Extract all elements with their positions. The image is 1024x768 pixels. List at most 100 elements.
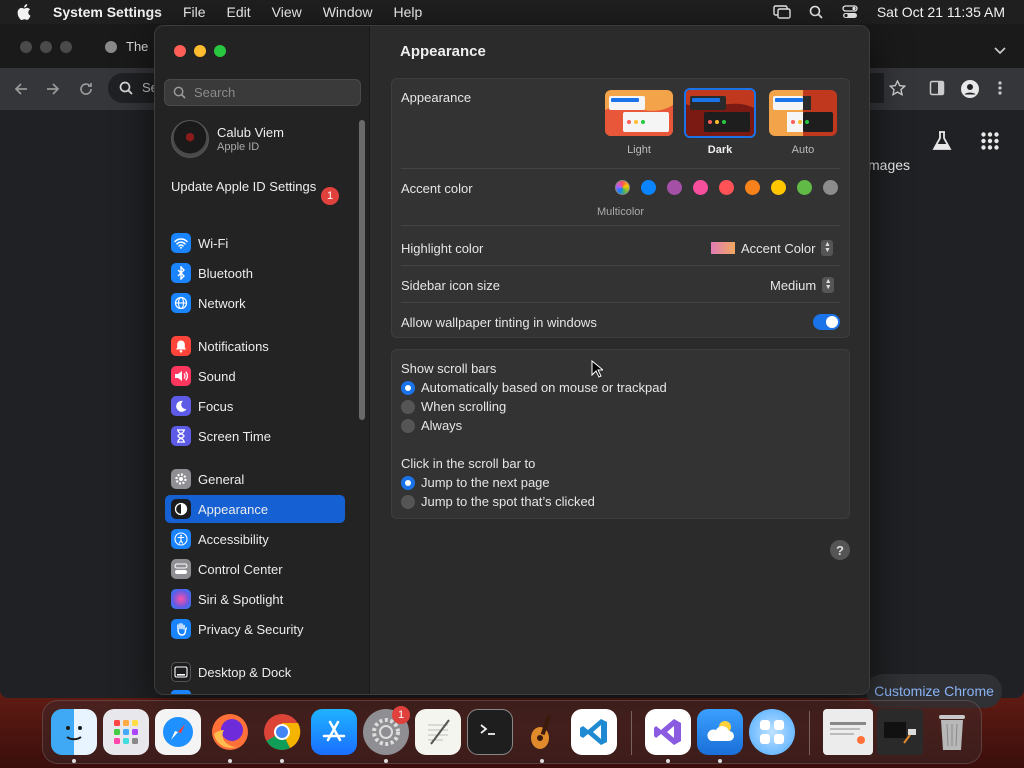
window-preview-icon[interactable] bbox=[823, 709, 873, 755]
menu-file[interactable]: File bbox=[183, 4, 206, 20]
radio-button[interactable] bbox=[401, 399, 415, 414]
chrome-close-button[interactable] bbox=[20, 41, 32, 53]
sidebar-item-siri-spotlight[interactable]: Siri & Spotlight bbox=[165, 585, 345, 613]
close-button[interactable] bbox=[174, 45, 186, 57]
vscode-icon[interactable] bbox=[571, 709, 617, 755]
highlight-color-popup[interactable]: Accent Color ▲ ▼ bbox=[711, 240, 834, 256]
sidebar-item-desktop-dock[interactable]: Desktop & Dock bbox=[165, 658, 345, 686]
sidebar-item-bluetooth[interactable]: Bluetooth bbox=[165, 259, 345, 287]
multi-app-icon[interactable] bbox=[749, 709, 795, 755]
menu-view[interactable]: View bbox=[272, 4, 302, 20]
menu-edit[interactable]: Edit bbox=[227, 4, 251, 20]
scroll-option-automatic[interactable]: Automatically based on mouse or trackpad bbox=[401, 380, 667, 395]
sidebar-item-appearance[interactable]: Appearance bbox=[165, 495, 345, 523]
chrome-menu-icon[interactable] bbox=[997, 80, 1003, 101]
safari-icon[interactable] bbox=[155, 709, 201, 755]
labs-flask-icon[interactable] bbox=[931, 130, 953, 157]
firefox-icon[interactable] bbox=[207, 709, 253, 755]
apple-menu-icon[interactable] bbox=[17, 4, 39, 20]
images-link[interactable]: mages bbox=[868, 157, 910, 173]
click-option-next-page[interactable]: Jump to the next page bbox=[401, 475, 550, 490]
accent-multicolor-swatch[interactable] bbox=[615, 180, 630, 195]
sidebar-item-notifications[interactable]: Notifications bbox=[165, 332, 345, 360]
scroll-option-when-scrolling[interactable]: When scrolling bbox=[401, 399, 506, 414]
running-indicator bbox=[666, 759, 670, 763]
running-indicator bbox=[280, 759, 284, 763]
profile-icon[interactable] bbox=[960, 79, 980, 104]
launchpad-icon[interactable] bbox=[103, 709, 149, 755]
menu-clock[interactable]: Sat Oct 21 11:35 AM bbox=[877, 4, 1005, 20]
forward-arrow-icon[interactable] bbox=[44, 80, 62, 98]
apple-id-profile[interactable]: Calub Viem Apple ID bbox=[171, 120, 284, 158]
sidebar-icon-size-label: Sidebar icon size bbox=[401, 278, 500, 293]
accent-yellow-swatch[interactable] bbox=[771, 180, 786, 195]
divider bbox=[401, 302, 840, 303]
textedit-icon[interactable] bbox=[415, 709, 461, 755]
accent-color-label: Accent color bbox=[401, 181, 473, 196]
sidebar-item-accessibility[interactable]: Accessibility bbox=[165, 525, 345, 553]
search-input[interactable] bbox=[194, 85, 354, 100]
accent-blue-swatch[interactable] bbox=[641, 180, 656, 195]
chrome-minimize-button[interactable] bbox=[40, 41, 52, 53]
menu-app-name[interactable]: System Settings bbox=[53, 4, 162, 20]
radio-button[interactable] bbox=[401, 418, 415, 433]
chrome-icon[interactable] bbox=[259, 709, 305, 755]
appearance-option-auto[interactable] bbox=[769, 90, 837, 136]
visual-studio-icon[interactable] bbox=[645, 709, 691, 755]
appearance-option-light[interactable] bbox=[605, 90, 673, 136]
sidebar-item-control-center[interactable]: Control Center bbox=[165, 555, 345, 583]
menu-help[interactable]: Help bbox=[394, 4, 423, 20]
sidebar-item-focus[interactable]: Focus bbox=[165, 392, 345, 420]
sidebar-item-general[interactable]: General bbox=[165, 465, 345, 493]
accent-pink-swatch[interactable] bbox=[693, 180, 708, 195]
screen-mirroring-icon[interactable] bbox=[771, 4, 793, 20]
help-button[interactable]: ? bbox=[830, 540, 850, 560]
update-apple-id-item[interactable]: Update Apple ID Settings 1 bbox=[171, 179, 351, 205]
accent-purple-swatch[interactable] bbox=[667, 180, 682, 195]
accent-graphite-swatch[interactable] bbox=[823, 180, 838, 195]
menu-window[interactable]: Window bbox=[323, 4, 373, 20]
click-option-spot-clicked[interactable]: Jump to the spot that’s clicked bbox=[401, 494, 595, 509]
appearance-option-dark[interactable] bbox=[684, 88, 756, 138]
finder-icon[interactable] bbox=[51, 709, 97, 755]
minimize-button[interactable] bbox=[194, 45, 206, 57]
terminal-icon[interactable] bbox=[467, 709, 513, 755]
control-center-icon[interactable] bbox=[839, 4, 861, 20]
back-arrow-icon[interactable] bbox=[12, 80, 30, 98]
sidebar-item-privacy-security[interactable]: Privacy & Security bbox=[165, 615, 345, 643]
accent-red-swatch[interactable] bbox=[719, 180, 734, 195]
wallpaper-tinting-toggle[interactable] bbox=[813, 314, 840, 330]
radio-button[interactable] bbox=[401, 380, 415, 395]
search-field[interactable] bbox=[164, 79, 361, 106]
reload-icon[interactable] bbox=[77, 80, 95, 98]
radio-label: Jump to the spot that’s clicked bbox=[421, 494, 595, 509]
dock-icon bbox=[171, 662, 191, 682]
window-preview-icon[interactable] bbox=[877, 709, 923, 755]
radio-button[interactable] bbox=[401, 494, 415, 509]
accent-green-swatch[interactable] bbox=[797, 180, 812, 195]
side-panel-icon[interactable] bbox=[929, 80, 945, 101]
sidebar-item-screen-time[interactable]: Screen Time bbox=[165, 422, 345, 450]
scroll-option-always[interactable]: Always bbox=[401, 418, 462, 433]
sidebar-item-network[interactable]: Network bbox=[165, 289, 345, 317]
sidebar-item-label: Sound bbox=[198, 368, 236, 384]
chrome-zoom-button[interactable] bbox=[60, 41, 72, 53]
radio-button[interactable] bbox=[401, 475, 415, 490]
bookmark-star-icon[interactable] bbox=[888, 79, 907, 101]
sidebar-item-wifi[interactable]: Wi-Fi bbox=[165, 229, 345, 257]
sidebar-icon-size-popup[interactable]: Medium ▲ ▼ bbox=[770, 277, 835, 293]
garageband-icon[interactable] bbox=[519, 709, 565, 755]
tab-list-chevron-icon[interactable] bbox=[994, 42, 1006, 60]
apps-grid-icon[interactable] bbox=[981, 132, 999, 155]
sidebar-item-partial[interactable] bbox=[171, 690, 191, 694]
chrome-tab[interactable]: The bbox=[104, 39, 148, 54]
spotlight-search-icon[interactable] bbox=[805, 4, 827, 20]
appearance-label: Appearance bbox=[401, 90, 472, 105]
sidebar-item-sound[interactable]: Sound bbox=[165, 362, 345, 390]
sidebar-scrollbar[interactable] bbox=[359, 120, 365, 420]
weather-icon[interactable] bbox=[697, 709, 743, 755]
trash-icon[interactable] bbox=[929, 709, 975, 755]
app-store-icon[interactable] bbox=[311, 709, 357, 755]
zoom-button[interactable] bbox=[214, 45, 226, 57]
accent-orange-swatch[interactable] bbox=[745, 180, 760, 195]
